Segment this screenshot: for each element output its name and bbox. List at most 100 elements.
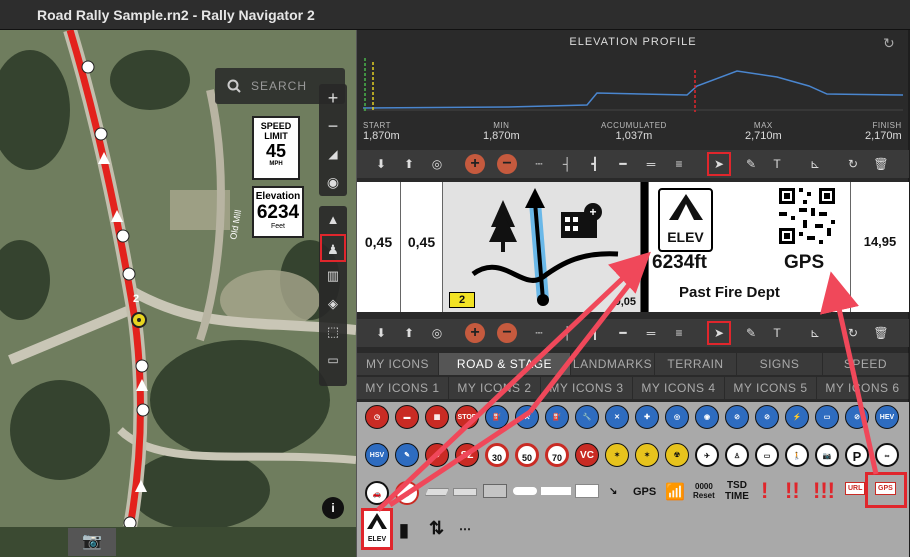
shape-bar-icon[interactable] (541, 487, 571, 495)
tab-road-stage-rally[interactable]: ROAD & STAGE RALLY (439, 353, 571, 393)
tulip-diagram-cell[interactable]: + 2 9,05 (443, 182, 641, 312)
reset-counter-icon[interactable]: 0000 Reset (693, 482, 715, 500)
vc-icon[interactable]: VC (575, 443, 599, 467)
no-photo-icon[interactable]: ⊘ (395, 481, 419, 505)
no-assist-icon[interactable]: ⊘ (755, 405, 779, 429)
zoom-out-button[interactable]: − (319, 112, 347, 140)
target-icon[interactable]: ◎ (427, 154, 447, 174)
fuel-icon[interactable]: ⛽ (485, 405, 509, 429)
antenna-icon[interactable]: 📶 (665, 482, 685, 502)
tab-signs[interactable]: SIGNS (737, 353, 823, 375)
line-thick-icon[interactable]: ━ (613, 154, 633, 174)
map-icon[interactable]: ▥ (319, 262, 347, 290)
truck-icon[interactable]: ▭ (755, 443, 779, 467)
ruler-tool-icon[interactable]: ⊾ (805, 154, 825, 174)
no-tire-icon[interactable]: ⊘ (725, 405, 749, 429)
line-thin-icon-2[interactable]: ┄ (529, 323, 549, 343)
binoculars-icon[interactable]: ∞ (875, 443, 899, 467)
car-icon[interactable]: 🚗 (365, 481, 389, 505)
ruler-icon[interactable]: ▭ (319, 346, 347, 374)
add-icon[interactable]: + (465, 154, 485, 174)
zoom-in-button[interactable]: + (319, 84, 347, 112)
tab-terrain[interactable]: TERRAIN (655, 353, 737, 375)
speed-70-icon[interactable]: 70 (545, 443, 569, 467)
exclamation-2-icon[interactable]: !! (785, 478, 800, 504)
warning-icon[interactable]: ✶ (605, 443, 629, 467)
flag-icon[interactable]: ▬ (395, 405, 419, 429)
shape-arrow-icon[interactable] (453, 488, 477, 496)
text-tool-icon-2[interactable]: T (767, 323, 787, 343)
person-icon[interactable]: ♙ (725, 443, 749, 467)
move-up-icon-2[interactable]: ⬆ (399, 323, 419, 343)
lightning-icon[interactable]: ⚡ (785, 405, 809, 429)
trash-icon[interactable]: 🗑 (871, 154, 891, 174)
tab-my-icons-2[interactable]: MY ICONS 2 (449, 377, 541, 399)
trash-icon-2[interactable]: 🗑 (871, 323, 891, 343)
small-arrow-icon[interactable]: ↘ (609, 486, 617, 497)
rotate-icon[interactable]: ↻ (843, 154, 863, 174)
line-thin-icon[interactable]: ┄ (529, 154, 549, 174)
helicopter-icon[interactable]: ✈ (695, 443, 719, 467)
road-icon[interactable]: ▲ (319, 206, 347, 234)
parking-icon[interactable]: P (845, 443, 869, 467)
map-view[interactable]: Old Mill 2 SEARCH SPEED LIMIT 45 MPH Ele… (0, 30, 356, 527)
photo-icon[interactable]: 📷 (815, 443, 839, 467)
shape-pill-icon[interactable] (513, 487, 537, 495)
speed-30-icon[interactable]: 30 (485, 443, 509, 467)
next-distance-cell[interactable]: 14,95 (851, 182, 909, 312)
speed-50-icon[interactable]: 50 (515, 443, 539, 467)
eye-icon[interactable]: ◉ (319, 168, 347, 196)
text-tool-icon[interactable]: T (767, 154, 787, 174)
gps-label-icon[interactable]: GPS (633, 486, 656, 498)
shape-rect-icon[interactable] (483, 484, 507, 498)
pen-icon[interactable]: ✎ (741, 154, 761, 174)
clock-icon[interactable]: ◷ (365, 405, 389, 429)
select-area-icon[interactable]: ⬚ (319, 318, 347, 346)
hazard-icon[interactable]: ✶ (635, 443, 659, 467)
street-view-icon[interactable]: ♟ (320, 234, 346, 262)
wrench-icon[interactable]: 🔧 (575, 405, 599, 429)
layers-icon[interactable]: ◈ (319, 290, 347, 318)
camera-icon[interactable]: 📷 (68, 528, 116, 556)
line-double-icon[interactable]: ═ (641, 154, 661, 174)
swap-arrows-icon[interactable]: ⇅ (429, 518, 444, 539)
tab-my-icons-1[interactable]: MY ICONS 1 (357, 377, 449, 399)
add-icon-2[interactable]: + (465, 323, 485, 343)
pen-icon-2[interactable]: ✎ (741, 323, 761, 343)
hev-icon[interactable]: HEV (875, 405, 899, 429)
remove-icon[interactable]: − (497, 154, 517, 174)
tab-my-icons-4[interactable]: MY ICONS 4 (633, 377, 725, 399)
line-icon[interactable]: ┤ (557, 154, 577, 174)
line-medium-icon-2[interactable]: ┫ (585, 323, 605, 343)
exclamation-1-icon[interactable]: ! (761, 478, 768, 504)
exclamation-3-icon[interactable]: !!! (813, 478, 835, 504)
stop-icon[interactable]: STOP (455, 405, 479, 429)
ellipsis-icon[interactable]: ⋯ (459, 522, 471, 536)
no-entry-icon[interactable]: ⊘ (425, 443, 449, 467)
elev-palette-icon[interactable]: ELEV (361, 508, 393, 550)
checkered-flag-icon[interactable]: ▦ (425, 405, 449, 429)
tire-change-icon[interactable]: ◉ (695, 405, 719, 429)
tab-landmarks[interactable]: LANDMARKS (571, 353, 655, 375)
tools-icon[interactable]: ⚒ (515, 405, 539, 429)
line-medium-icon[interactable]: ┫ (585, 154, 605, 174)
line-triple-icon-2[interactable]: ≡ (669, 323, 689, 343)
sz-icon[interactable]: SZ (455, 443, 479, 467)
tab-speed[interactable]: SPEED (823, 353, 909, 375)
tab-my-icons-5[interactable]: MY ICONS 5 (725, 377, 817, 399)
partial-distance-cell[interactable]: 0,45 (401, 182, 443, 312)
hsv-icon[interactable]: HSV (365, 443, 389, 467)
move-down-icon[interactable]: ⬇ (371, 154, 391, 174)
no-tools-icon[interactable]: ✕ (605, 405, 629, 429)
pen-marker-icon[interactable]: ✎ (395, 443, 419, 467)
tire-icon[interactable]: ◎ (665, 405, 689, 429)
no-charge-icon[interactable]: ⊘ (845, 405, 869, 429)
line-icon-2[interactable]: ┤ (557, 323, 577, 343)
battery-icon[interactable]: ▭ (815, 405, 839, 429)
line-thick-icon-2[interactable]: ━ (613, 323, 633, 343)
move-down-icon-2[interactable]: ⬇ (371, 323, 391, 343)
tsd-time-icon[interactable]: TSD TIME (725, 480, 749, 502)
shape-parallelogram-icon[interactable] (425, 488, 449, 496)
total-distance-cell[interactable]: 0,45 (357, 182, 401, 312)
rotate-icon-2[interactable]: ↻ (843, 323, 863, 343)
